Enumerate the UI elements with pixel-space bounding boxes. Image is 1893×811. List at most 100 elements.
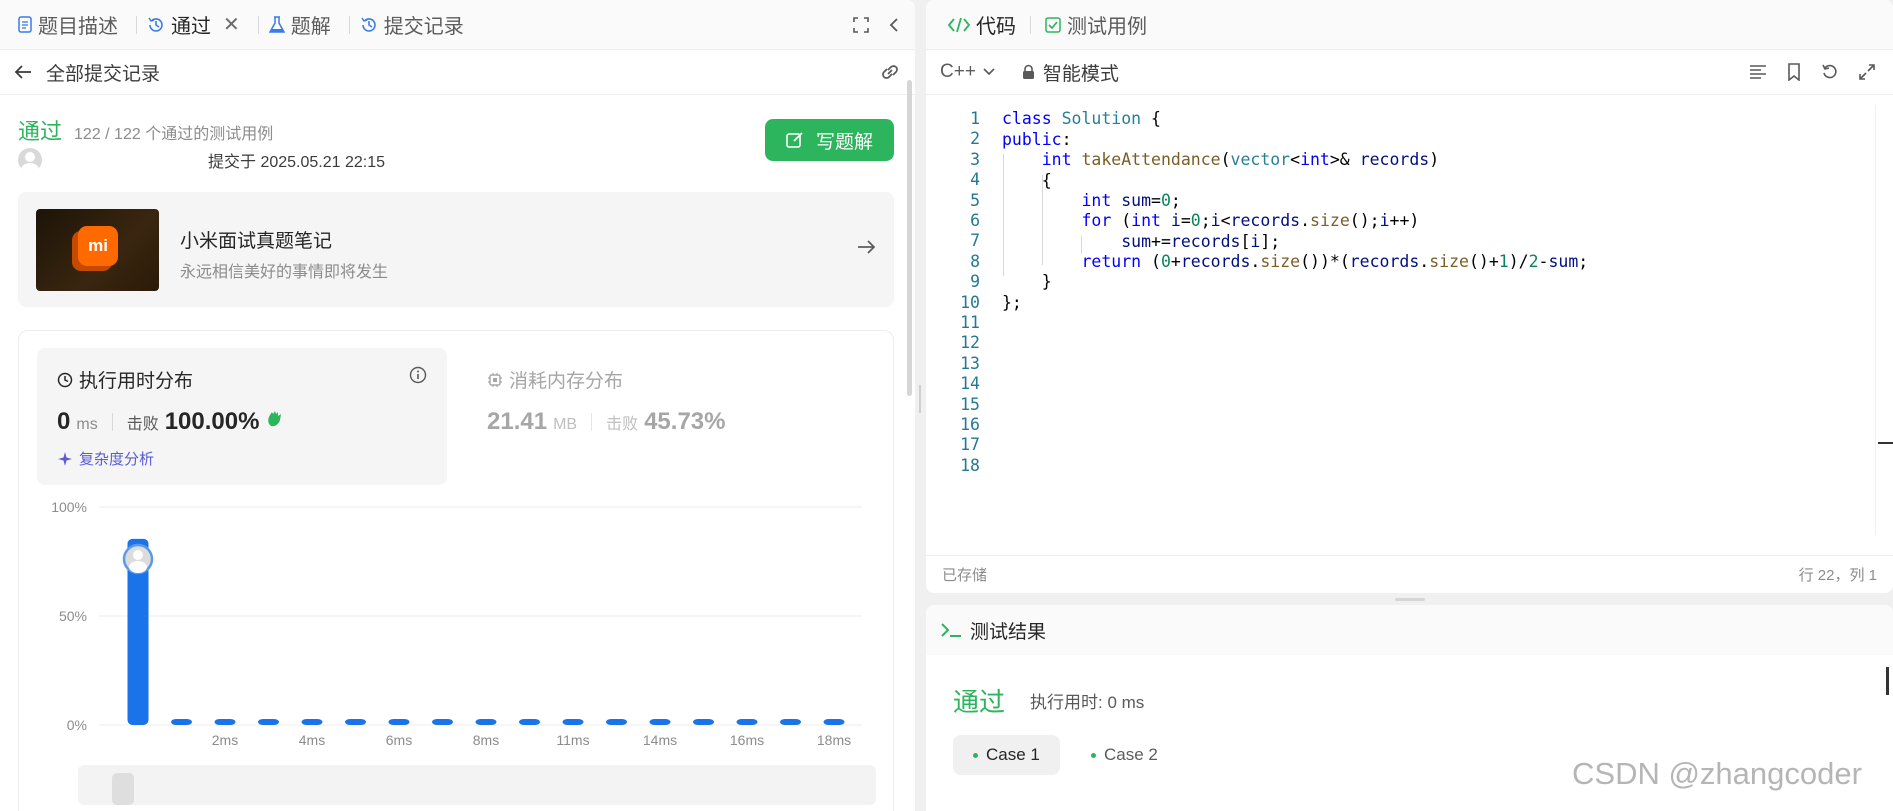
chart-bar bbox=[388, 719, 410, 725]
pass-dot bbox=[1091, 752, 1096, 758]
line-number: 11 bbox=[960, 313, 980, 332]
checkbox-icon bbox=[1045, 16, 1061, 33]
tab-testcases[interactable]: 测试用例 bbox=[1037, 10, 1155, 39]
tab-description[interactable]: 题目描述 bbox=[14, 0, 130, 50]
x-tick-label: 18ms bbox=[817, 732, 851, 748]
y-tick-label: 100% bbox=[51, 499, 87, 515]
write-solution-label: 写题解 bbox=[815, 131, 873, 153]
bookmark-icon[interactable] bbox=[1787, 63, 1801, 81]
chart-range-handle[interactable] bbox=[112, 773, 134, 805]
result-scrollbar[interactable] bbox=[1886, 667, 1889, 695]
history-icon bbox=[361, 17, 376, 32]
code-line: public: bbox=[1002, 130, 1072, 149]
user-marker-head bbox=[133, 550, 143, 560]
code-line: int takeAttendance(vector<int>& records) bbox=[1041, 150, 1440, 169]
submitted-time: 提交于 2025.05.21 22:15 bbox=[208, 154, 386, 171]
case-label: Case 2 bbox=[1104, 745, 1158, 764]
line-number: 2 bbox=[970, 129, 980, 149]
editor-tools bbox=[1749, 63, 1879, 81]
arrow-right-icon[interactable] bbox=[856, 238, 876, 256]
pass-dot bbox=[973, 752, 978, 758]
promo-card[interactable]: mi 小米面试真题笔记 永远相信美好的事情即将发生 bbox=[18, 192, 894, 307]
tab-separator bbox=[1030, 15, 1031, 34]
chart-bar bbox=[301, 719, 323, 725]
y-tick-label: 0% bbox=[67, 717, 87, 733]
code-editor-panel: 代码 测试用例 C++ 智能模式 1 2 3 4 5 6 7 8 9 10 11 12 13 14 15 16… bbox=[926, 0, 1893, 593]
tab-bar-actions bbox=[853, 16, 915, 33]
x-tick-label: 14ms bbox=[643, 732, 677, 748]
chart-bar bbox=[345, 719, 366, 725]
x-tick-label: 8ms bbox=[473, 732, 499, 748]
promo-title: 小米面试真题笔记 bbox=[180, 231, 333, 252]
code-line: }; bbox=[1002, 293, 1022, 312]
fullscreen-icon[interactable] bbox=[853, 16, 869, 33]
code-line: sum+=records[i]; bbox=[1121, 232, 1281, 251]
code-area[interactable]: 1 2 3 4 5 6 7 8 9 10 11 12 13 14 15 16 17 18 class Soluti… bbox=[926, 105, 1893, 535]
tab-description-label: 题目描述 bbox=[38, 16, 118, 38]
tab-separator bbox=[136, 15, 137, 34]
x-tick-label: 16ms bbox=[730, 732, 764, 748]
line-number: 12 bbox=[960, 333, 980, 353]
smart-mode-toggle[interactable]: 智能模式 bbox=[1022, 59, 1119, 86]
close-icon[interactable]: ✕ bbox=[223, 12, 240, 37]
code-line: int sum=0; bbox=[1081, 191, 1181, 210]
code-line: } bbox=[1002, 272, 1052, 291]
line-number: 6 bbox=[970, 211, 980, 230]
result-status: 通过 bbox=[953, 687, 1006, 717]
x-tick-label: 11ms bbox=[556, 732, 589, 748]
back-arrow-icon[interactable] bbox=[14, 64, 32, 80]
left-panel-scrollbar[interactable] bbox=[907, 80, 912, 396]
editor-status-bar: 已存储 行 22，列 1 bbox=[926, 555, 1893, 593]
line-number: 15 bbox=[960, 394, 980, 414]
result-title: 测试结果 bbox=[970, 621, 1047, 643]
chart-bar bbox=[606, 719, 627, 725]
link-icon[interactable] bbox=[879, 63, 901, 81]
line-number: 1 bbox=[970, 109, 980, 128]
all-submissions-title: 全部提交记录 bbox=[46, 63, 161, 85]
line-number: 14 bbox=[960, 374, 980, 394]
horizontal-resize-handle[interactable] bbox=[1395, 598, 1425, 601]
lock-icon bbox=[1022, 64, 1034, 79]
format-icon[interactable] bbox=[1749, 64, 1767, 80]
line-number: 3 bbox=[970, 149, 980, 169]
tab-code[interactable]: 代码 bbox=[940, 10, 1024, 39]
result-header: 测试结果 bbox=[926, 605, 1893, 655]
history-icon bbox=[148, 17, 163, 32]
code-line: { bbox=[1002, 171, 1052, 190]
chart-bar bbox=[519, 719, 540, 725]
chart-range-scrollbar[interactable] bbox=[78, 765, 876, 805]
tab-testcases-label: 测试用例 bbox=[1067, 16, 1147, 38]
chart-bar bbox=[649, 719, 671, 725]
tab-separator bbox=[257, 15, 259, 34]
write-solution-button[interactable]: 写题解 bbox=[765, 119, 894, 161]
x-tick-label: 4ms bbox=[299, 732, 325, 748]
stats-card: 执行用时分布 0 ms 击败 100.00% 复杂度分析 消耗内存分布 21.4… bbox=[18, 330, 894, 811]
editor-scrollbar[interactable] bbox=[1875, 105, 1893, 535]
watermark: CSDN @zhangcoder bbox=[1572, 756, 1862, 791]
tab-submissions[interactable]: 提交记录 bbox=[356, 0, 476, 50]
tab-accepted[interactable]: 通过 ✕ bbox=[143, 0, 252, 50]
avatar[interactable] bbox=[18, 148, 42, 172]
chevron-left-icon[interactable] bbox=[889, 17, 899, 33]
code-line: for (int i=0;i<records.size();i++) bbox=[1081, 211, 1420, 230]
tab-solutions[interactable]: 题解 bbox=[265, 0, 343, 50]
smart-mode-label: 智能模式 bbox=[1042, 63, 1119, 85]
line-number: 10 bbox=[960, 292, 980, 312]
language-value: C++ bbox=[940, 61, 976, 82]
reset-icon[interactable] bbox=[1821, 63, 1839, 81]
language-select[interactable]: C++ bbox=[940, 61, 996, 83]
tab-separator bbox=[348, 15, 350, 34]
chart-bar bbox=[475, 719, 497, 725]
user-marker-body bbox=[129, 561, 147, 573]
runtime-distribution-chart: 100% 50% 0% 2ms 4ms 6ms 8ms 11ms 14ms 16ms 18ms bbox=[51, 499, 862, 748]
y-tick-label: 50% bbox=[59, 608, 87, 624]
case-tab-2[interactable]: Case 2 bbox=[1071, 735, 1178, 775]
vertical-resize-handle[interactable] bbox=[919, 385, 921, 413]
left-tab-bar: 题目描述 通过 ✕ 题解 提交记录 bbox=[0, 0, 915, 50]
line-number: 7 bbox=[970, 231, 980, 251]
tab-submissions-label: 提交记录 bbox=[383, 16, 464, 38]
chart-bar bbox=[171, 719, 192, 725]
case-tab-1[interactable]: Case 1 bbox=[953, 735, 1060, 775]
expand-icon[interactable] bbox=[1859, 64, 1875, 80]
submitted-info: 提交于 2025.05.21 22:15 bbox=[18, 148, 385, 172]
